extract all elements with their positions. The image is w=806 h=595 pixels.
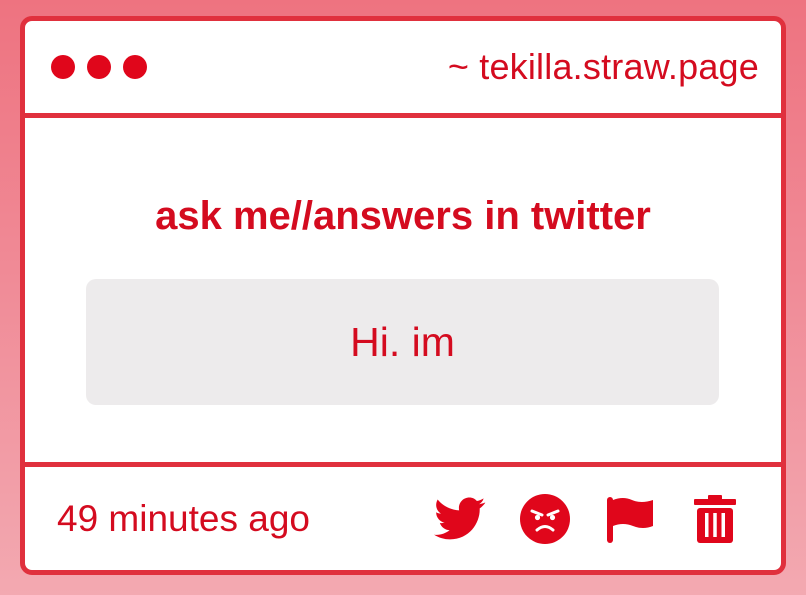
trash-icon	[694, 494, 736, 543]
message-box: Hi. im	[86, 279, 719, 405]
angry-face-icon	[520, 493, 570, 544]
timestamp: 49 minutes ago	[57, 497, 311, 539]
twitter-icon	[434, 497, 486, 539]
minimize-dot[interactable]	[87, 55, 111, 79]
message-text: Hi. im	[350, 318, 455, 365]
report-button[interactable]	[604, 493, 656, 545]
action-bar	[434, 493, 741, 545]
flag-icon	[607, 496, 653, 543]
twitter-button[interactable]	[434, 493, 486, 545]
url-label: ~ tekilla.straw.page	[447, 46, 759, 87]
maximize-dot[interactable]	[123, 55, 147, 79]
angry-button[interactable]	[519, 493, 571, 545]
close-dot[interactable]	[51, 55, 75, 79]
page-title: ask me//answers in twitter	[155, 194, 651, 238]
app-window: ~ tekilla.straw.page ask me//answers in …	[20, 16, 786, 575]
delete-button[interactable]	[689, 493, 741, 545]
footer-bar: 49 minutes ago	[25, 467, 781, 570]
message-card: ask me//answers in twitter Hi. im	[25, 118, 781, 467]
title-bar: ~ tekilla.straw.page	[25, 21, 781, 118]
window-controls	[51, 55, 147, 79]
